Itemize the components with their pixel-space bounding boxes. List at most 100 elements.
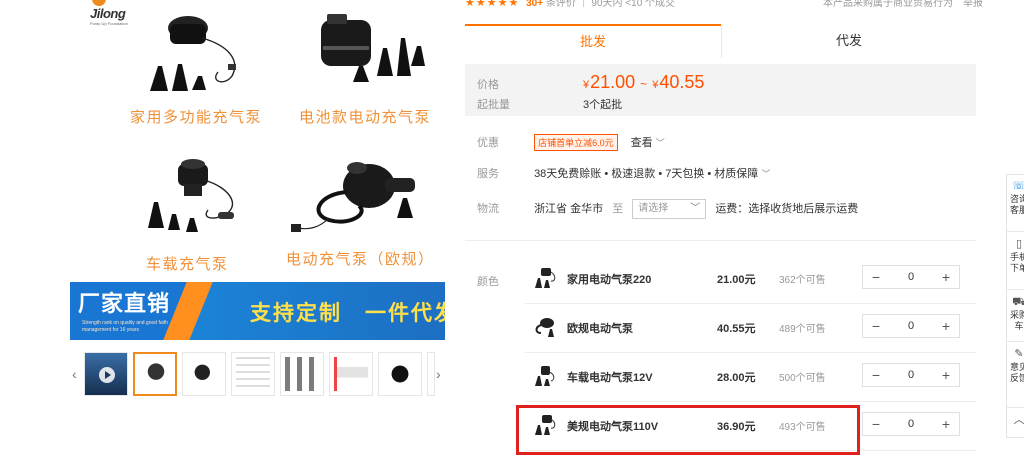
moq-label: 起批量: [477, 99, 510, 111]
pump-image: [150, 16, 236, 91]
shipping-fee-note: 运费：选择收货地后展示运费: [715, 202, 859, 215]
service-label: 服务: [477, 168, 499, 180]
product-card-4[interactable]: 电动充气泵（欧规）: [284, 158, 434, 268]
product-card-3[interactable]: 车载充气泵: [132, 158, 262, 273]
destination-select[interactable]: 请选择 ﹀: [632, 199, 707, 219]
sku-stock: 489个可售: [779, 324, 826, 335]
mobile-order-button[interactable]: ▯ 手机下单: [1007, 239, 1024, 274]
product-caption: 电池款电动充气泵: [299, 109, 432, 126]
price-separator: ~: [640, 77, 648, 91]
chevron-down-icon: ﹀: [690, 203, 701, 214]
view-promo-link[interactable]: 查看 ﹀: [631, 137, 665, 149]
coupon-badge[interactable]: 店铺首单立减6.0元: [534, 134, 618, 151]
currency-symbol: ¥: [652, 79, 659, 91]
quantity-input[interactable]: 0: [889, 315, 933, 337]
logistics-row: 物流 浙江省 金华市 至 请选择 ﹀ 运费：选择收货地后展示运费: [477, 199, 858, 219]
quantity-input[interactable]: 0: [889, 413, 933, 435]
price-min: 21.00: [590, 72, 636, 92]
product-card-2[interactable]: 电池款电动充气泵: [296, 6, 436, 126]
moq-value: 3个起批: [583, 99, 623, 111]
product-card-1[interactable]: 家用多功能充气泵: [130, 6, 261, 126]
thumbnail-image[interactable]: [182, 352, 226, 396]
purchase-cart-button[interactable]: ⛟ 采购车: [1007, 297, 1024, 332]
quantity-stepper: − 0 +: [862, 265, 960, 289]
promo-banner[interactable]: 厂家直销 Strength rank on quality and good f…: [70, 282, 445, 340]
thumb-next-icon[interactable]: ›: [436, 366, 441, 382]
price-label: 价格: [477, 79, 499, 91]
divider: [1007, 341, 1024, 342]
price-max: 40.55: [659, 72, 705, 92]
thumbnail-image[interactable]: [280, 352, 324, 396]
sku-name: 家用电动气泵220: [567, 274, 652, 286]
service-row: 服务 38天免费赊账 • 极速退款 • 7天包换 • 材质保障 ﹀: [477, 165, 770, 181]
thumbnail-image[interactable]: [329, 352, 373, 396]
sku-name: 车载电动气泵12V: [567, 372, 653, 384]
sku-price: 40.55元: [717, 323, 756, 335]
quantity-input[interactable]: 0: [889, 266, 933, 288]
feedback-icon: ✎: [1014, 348, 1024, 360]
quantity-stepper: − 0 +: [862, 363, 960, 387]
trade-notice[interactable]: 本产品采购属于商业贸易行为 举报: [823, 0, 983, 9]
currency-symbol: ¥: [583, 79, 590, 91]
thumbnail-image[interactable]: [427, 352, 435, 396]
product-caption: 电动充气泵（欧规）: [286, 251, 435, 268]
promo-row: 优惠 店铺首单立减6.0元 查看 ﹀: [477, 134, 665, 151]
pump-image: [148, 159, 234, 232]
thumbnail-image[interactable]: [378, 352, 422, 396]
service-value[interactable]: 38天免费赊账 • 极速退款 • 7天包换 • 材质保障: [534, 168, 758, 180]
decrement-button[interactable]: −: [863, 413, 889, 435]
phone-icon: ▯: [1015, 238, 1023, 250]
sku-color-label: 颜色: [477, 276, 499, 288]
sku-thumb-icon: [535, 268, 556, 288]
chevron-up-icon: ︿: [1013, 414, 1024, 426]
sku-stock: 500个可售: [779, 373, 826, 384]
logo-text: Jilong: [90, 6, 126, 21]
chat-icon: ☏: [1012, 180, 1024, 192]
sku-thumb-icon: [535, 318, 554, 337]
pump-image: [321, 14, 425, 82]
product-gallery: Jilong Pump Up Foundation 家用多功能充气泵 电池款电动…: [70, 0, 446, 469]
logistics-label: 物流: [477, 202, 499, 215]
increment-button[interactable]: +: [933, 364, 959, 386]
thumbnail-video[interactable]: [84, 352, 128, 396]
logistics-origin: 浙江省 金华市: [534, 202, 604, 215]
product-caption: 车载充气泵: [146, 256, 229, 273]
rating-stars: ★★★★★: [465, 0, 520, 9]
tab-wholesale[interactable]: 批发: [465, 24, 721, 58]
increment-button[interactable]: +: [933, 315, 959, 337]
back-to-top-button[interactable]: ︿: [1007, 415, 1024, 428]
increment-button[interactable]: +: [933, 266, 959, 288]
purchase-panel: ★★★★★ 30+ 条评价 ｜ 90天内 <10 个成交 本产品采购属于商业贸易…: [465, 0, 983, 469]
divider: [1007, 407, 1024, 408]
feedback-button[interactable]: ✎ 意见反馈: [1007, 349, 1024, 384]
purchase-tabs: 批发 代发: [465, 24, 976, 58]
rating-suffix: 条评价 ｜ 90天内 <10 个成交: [545, 0, 676, 9]
logo-tagline: Pump Up Foundation: [90, 21, 128, 26]
decrement-button[interactable]: −: [863, 266, 889, 288]
increment-button[interactable]: +: [933, 413, 959, 435]
toolbar-label: 意见反馈: [1009, 362, 1024, 383]
sku-price: 21.00元: [717, 274, 756, 286]
cart-icon: ⛟: [1012, 296, 1024, 308]
sku-thumb-icon: [535, 366, 555, 386]
decrement-button[interactable]: −: [863, 315, 889, 337]
banner-slogan: 支持定制 一件代发: [250, 302, 445, 325]
thumbnail-image[interactable]: [133, 352, 177, 396]
promo-label: 优惠: [477, 137, 499, 149]
banner-subtitle: Strength rank on quality and good faith …: [82, 320, 168, 333]
customer-service-button[interactable]: ☏ 咨询客服: [1007, 181, 1024, 216]
logistics-to: 至: [612, 202, 624, 215]
quantity-input[interactable]: 0: [889, 364, 933, 386]
thumb-prev-icon[interactable]: ‹: [72, 366, 77, 382]
quantity-stepper: − 0 +: [862, 412, 960, 436]
review-count[interactable]: 30+: [526, 0, 543, 9]
chevron-down-icon[interactable]: ﹀: [761, 169, 770, 179]
sku-row: 家用电动气泵220 21.00元 362个可售 − 0 +: [525, 255, 976, 304]
floating-toolbar: ☏ 咨询客服 ▯ 手机下单 ⛟ 采购车 ✎ 意见反馈 ︿: [1006, 174, 1024, 438]
divider: [1007, 289, 1024, 290]
price-range: ¥21.00 ~ ¥40.55: [583, 72, 704, 93]
tab-dropship[interactable]: 代发: [721, 24, 976, 58]
thumbnail-image[interactable]: [231, 352, 275, 396]
decrement-button[interactable]: −: [863, 364, 889, 386]
toolbar-label: 手机下单: [1009, 252, 1024, 273]
